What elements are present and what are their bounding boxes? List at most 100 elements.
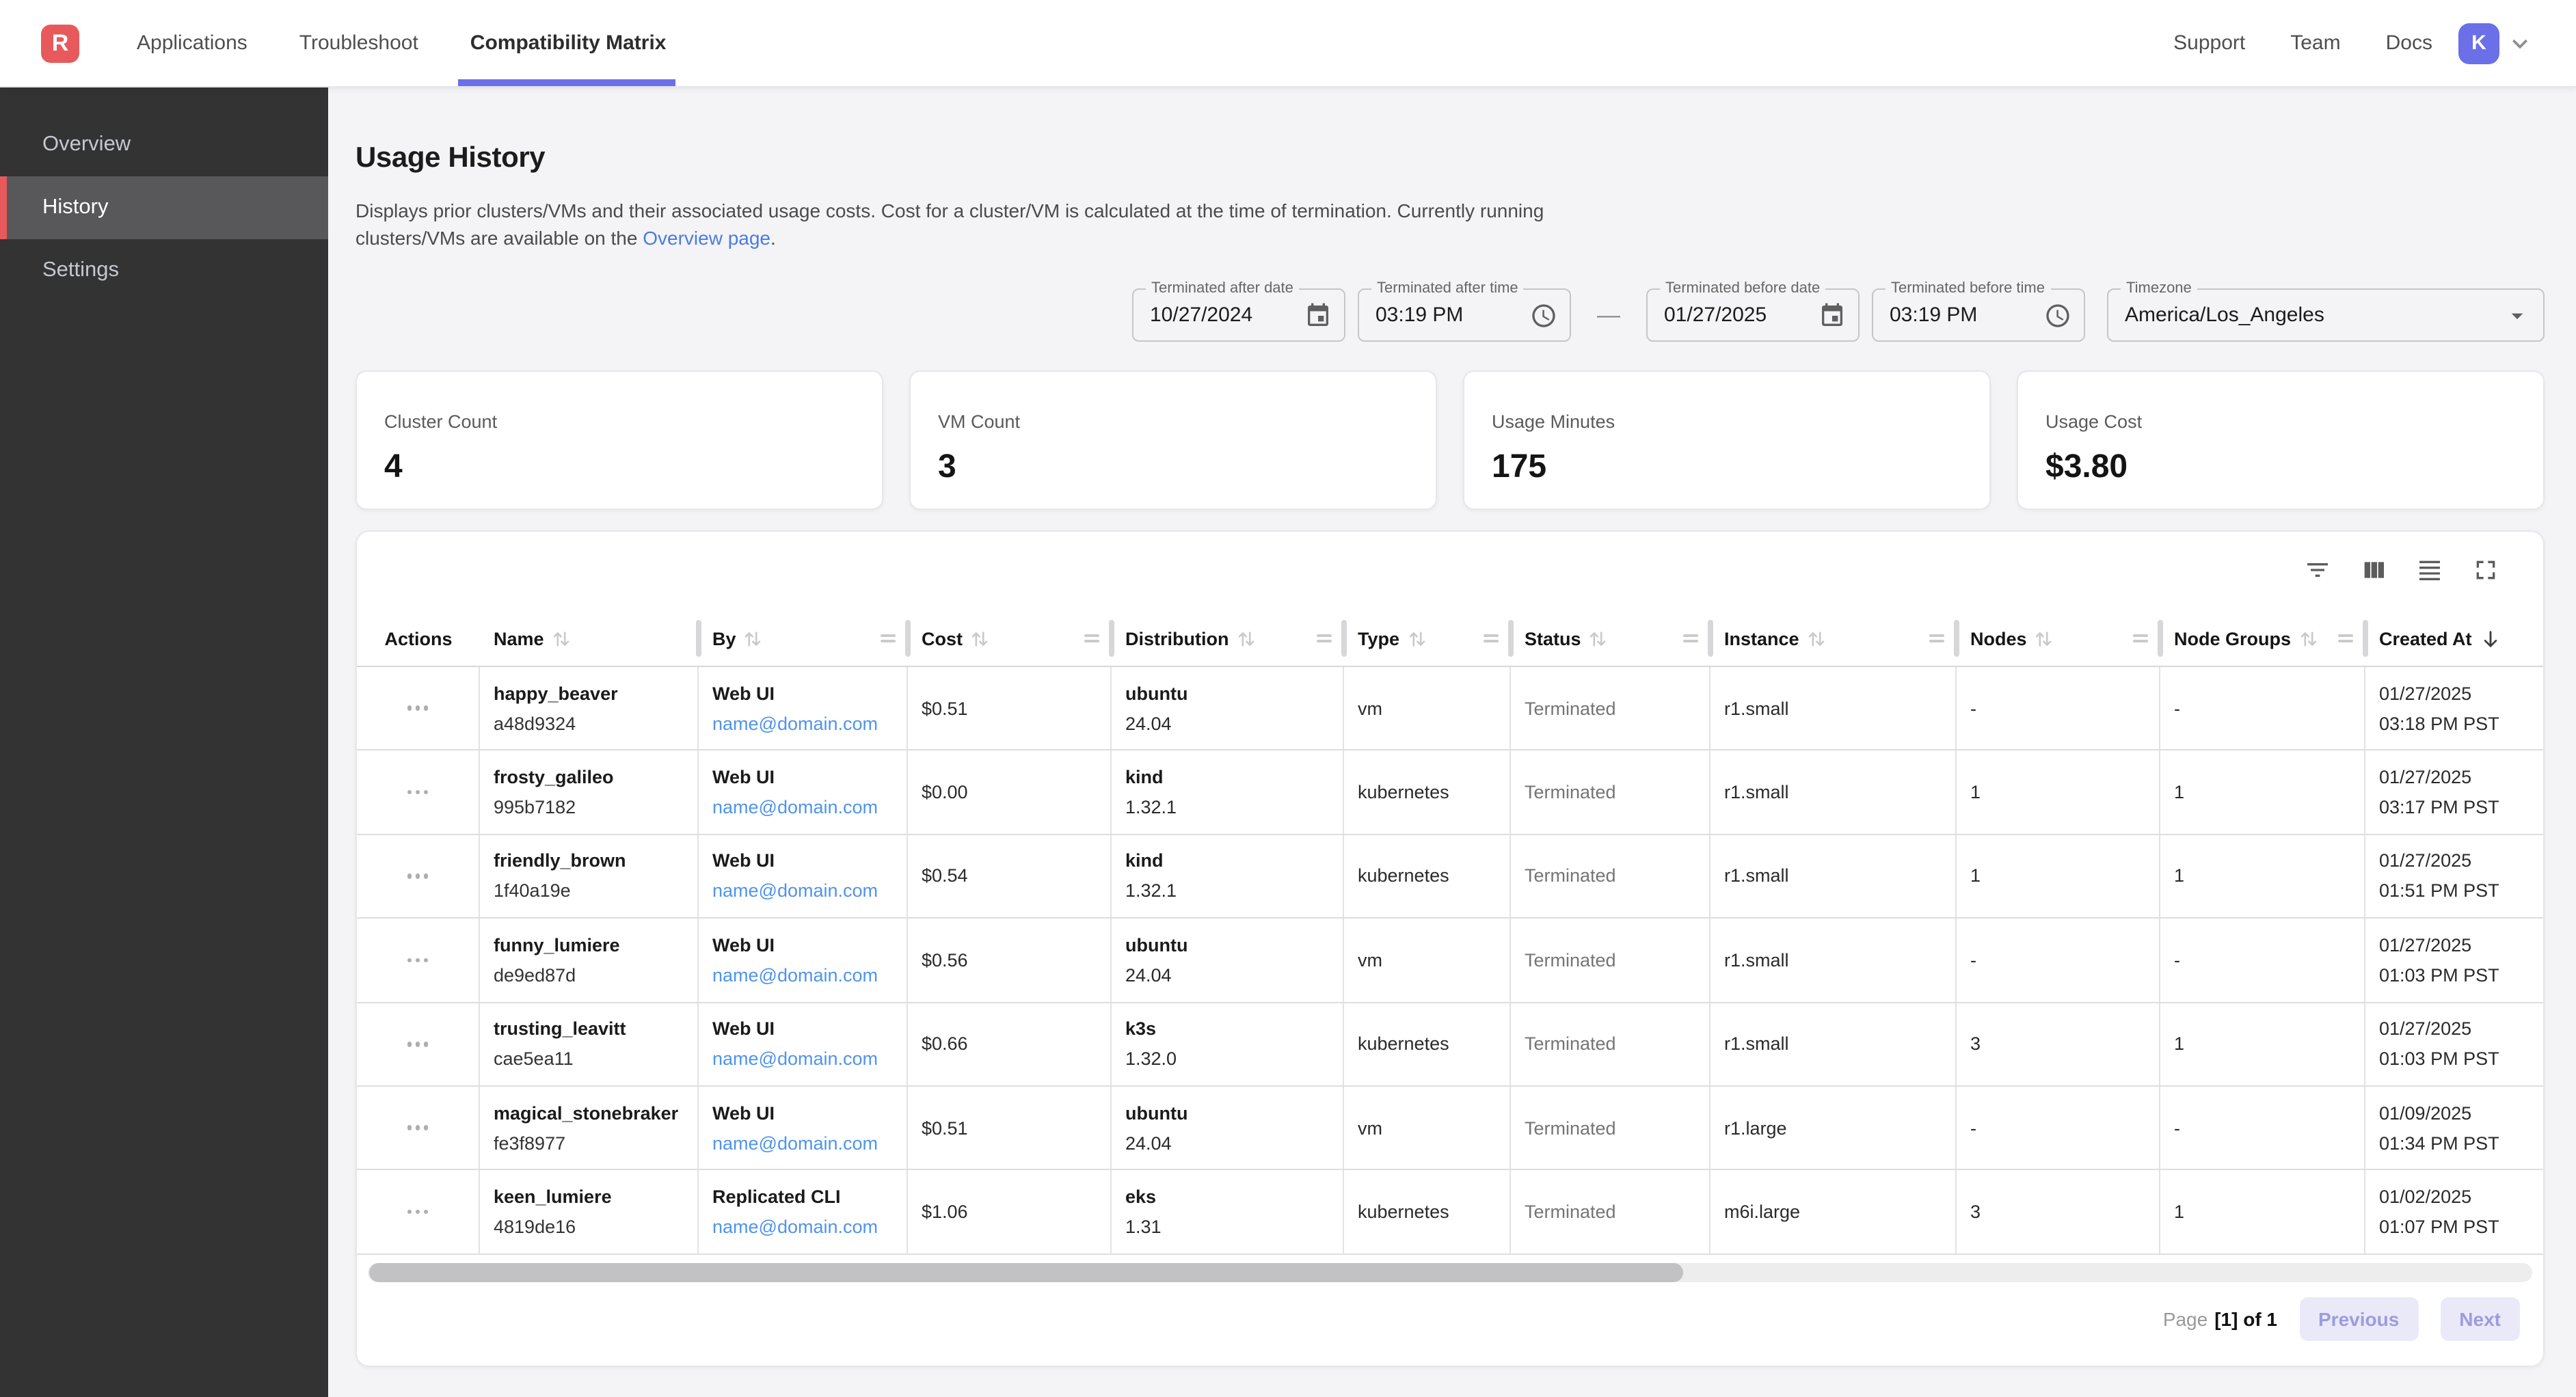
- terminated-after-time-field[interactable]: Terminated after time 03:19 PM: [1358, 288, 1571, 342]
- column-drag-handle[interactable]: [1929, 634, 1944, 643]
- column-header-status[interactable]: Status: [1511, 611, 1710, 666]
- cell-cost: $0.56: [908, 919, 1112, 1001]
- created-by-email-link[interactable]: name@domain.com: [712, 797, 878, 817]
- column-drag-handle[interactable]: [1317, 634, 1332, 643]
- previous-page-button[interactable]: Previous: [2299, 1297, 2418, 1340]
- column-header-cost[interactable]: Cost: [908, 611, 1112, 666]
- column-header-distribution[interactable]: Distribution: [1112, 611, 1344, 666]
- nav-tab-troubleshoot[interactable]: Troubleshoot: [299, 0, 418, 86]
- sort-desc-icon[interactable]: [2480, 628, 2501, 649]
- created-by-email-link[interactable]: name@domain.com: [712, 713, 878, 733]
- filters-bar: Terminated after date 10/27/2024 Termina…: [1132, 288, 2545, 342]
- created-by-email-link[interactable]: name@domain.com: [712, 1132, 878, 1153]
- sort-icon[interactable]: [2035, 628, 2053, 649]
- column-drag-handle[interactable]: [1683, 634, 1698, 643]
- column-resizer[interactable]: [1707, 620, 1713, 657]
- column-resizer[interactable]: [1507, 620, 1514, 657]
- row-actions-button[interactable]: [402, 782, 434, 803]
- dropdown-arrow-icon[interactable]: [2504, 301, 2531, 329]
- column-label: By: [712, 628, 736, 649]
- filter-icon[interactable]: [2304, 556, 2331, 584]
- sort-icon[interactable]: [2299, 628, 2317, 649]
- column-resizer[interactable]: [904, 620, 911, 657]
- column-resizer[interactable]: [1953, 620, 1959, 657]
- column-header-instance[interactable]: Instance: [1710, 611, 1957, 666]
- sort-icon[interactable]: [1589, 628, 1607, 649]
- timezone-label: Timezone: [2121, 280, 2197, 297]
- column-header-created-at[interactable]: Created At: [2365, 611, 2543, 666]
- timezone-select[interactable]: Timezone America/Los_Angeles: [2107, 288, 2545, 342]
- fullscreen-icon[interactable]: [2472, 556, 2499, 584]
- sort-icon[interactable]: [1408, 628, 1425, 649]
- sort-icon[interactable]: [552, 628, 570, 649]
- stat-card-usage-cost: Usage Cost$3.80: [2017, 370, 2545, 510]
- replicated-logo[interactable]: R: [41, 25, 79, 63]
- row-actions-button[interactable]: [402, 1033, 434, 1055]
- column-resizer[interactable]: [2362, 620, 2368, 657]
- sidebar-item-overview[interactable]: Overview: [0, 113, 328, 176]
- nav-tab-compatibility-matrix[interactable]: Compatibility Matrix: [470, 0, 667, 86]
- column-resizer[interactable]: [1341, 620, 1347, 657]
- terminated-after-date-field[interactable]: Terminated after date 10/27/2024: [1132, 288, 1345, 342]
- sidebar-item-settings[interactable]: Settings: [0, 239, 328, 302]
- row-actions-button[interactable]: [402, 1117, 434, 1139]
- avatar-initial: K: [2471, 31, 2486, 55]
- column-header-by[interactable]: By: [699, 611, 908, 666]
- density-icon[interactable]: [2416, 556, 2443, 584]
- column-drag-handle[interactable]: [2133, 634, 2148, 643]
- calendar-icon[interactable]: [1819, 301, 1846, 329]
- distribution-version: 1.32.1: [1125, 797, 1177, 817]
- column-resizer[interactable]: [695, 620, 701, 657]
- account-menu[interactable]: K: [2467, 23, 2535, 64]
- horizontal-scrollbar-thumb[interactable]: [369, 1262, 1683, 1281]
- column-resizer[interactable]: [1108, 620, 1114, 657]
- nav-tab-applications[interactable]: Applications: [137, 0, 247, 86]
- column-header-nodes[interactable]: Nodes: [1957, 611, 2160, 666]
- row-actions-button[interactable]: [402, 949, 434, 971]
- timezone-value[interactable]: America/Los_Angeles: [2125, 303, 2493, 327]
- column-drag-handle[interactable]: [1084, 634, 1099, 643]
- row-actions-button[interactable]: [402, 1202, 434, 1223]
- calendar-icon[interactable]: [1304, 301, 1332, 329]
- cell-nodes: 1: [1957, 835, 2160, 918]
- sidebar: OverviewHistorySettings: [0, 87, 328, 1397]
- terminated-before-date-field[interactable]: Terminated before date 01/27/2025: [1646, 288, 1860, 342]
- created-by-email-link[interactable]: name@domain.com: [712, 881, 878, 901]
- cell-instance: r1.small: [1710, 751, 1957, 834]
- column-drag-handle[interactable]: [2338, 634, 2353, 643]
- column-header-type[interactable]: Type: [1344, 611, 1511, 666]
- created-by-email-link[interactable]: name@domain.com: [712, 1049, 878, 1070]
- terminated-before-date-value[interactable]: 01/27/2025: [1664, 303, 1808, 327]
- columns-icon[interactable]: [2360, 556, 2387, 584]
- sort-icon[interactable]: [971, 628, 989, 649]
- column-drag-handle[interactable]: [1484, 634, 1499, 643]
- nav-link-support[interactable]: Support: [2173, 31, 2245, 55]
- clock-icon[interactable]: [2044, 301, 2071, 329]
- avatar[interactable]: K: [2458, 23, 2499, 64]
- column-header-name[interactable]: Name: [480, 611, 699, 666]
- row-actions-button[interactable]: [402, 865, 434, 886]
- sidebar-item-history[interactable]: History: [0, 176, 328, 239]
- terminated-after-date-value[interactable]: 10/27/2024: [1150, 303, 1293, 327]
- nav-link-team[interactable]: Team: [2290, 31, 2340, 55]
- column-drag-handle[interactable]: [881, 634, 896, 643]
- created-time: 01:07 PM PST: [2379, 1217, 2499, 1237]
- sort-icon[interactable]: [1237, 628, 1255, 649]
- nav-link-docs[interactable]: Docs: [2386, 31, 2432, 55]
- created-by-email-link[interactable]: name@domain.com: [712, 1217, 878, 1237]
- column-resizer[interactable]: [2157, 620, 2163, 657]
- sort-icon[interactable]: [744, 628, 762, 649]
- created-date: 01/27/2025: [2379, 935, 2471, 955]
- chevron-down-icon[interactable]: [2505, 28, 2535, 58]
- row-actions-button[interactable]: [402, 698, 434, 719]
- created-by-email-link[interactable]: name@domain.com: [712, 965, 878, 986]
- terminated-before-time-field[interactable]: Terminated before time 03:19 PM: [1872, 288, 2085, 342]
- terminated-before-time-value[interactable]: 03:19 PM: [1890, 303, 2033, 327]
- clock-icon[interactable]: [1530, 301, 1557, 329]
- overview-page-link[interactable]: Overview page: [643, 227, 770, 249]
- cell-instance: r1.small: [1710, 667, 1957, 750]
- next-page-button[interactable]: Next: [2440, 1297, 2520, 1340]
- column-header-node-groups[interactable]: Node Groups: [2160, 611, 2365, 666]
- sort-icon[interactable]: [1808, 628, 1825, 649]
- terminated-after-time-value[interactable]: 03:19 PM: [1376, 303, 1519, 327]
